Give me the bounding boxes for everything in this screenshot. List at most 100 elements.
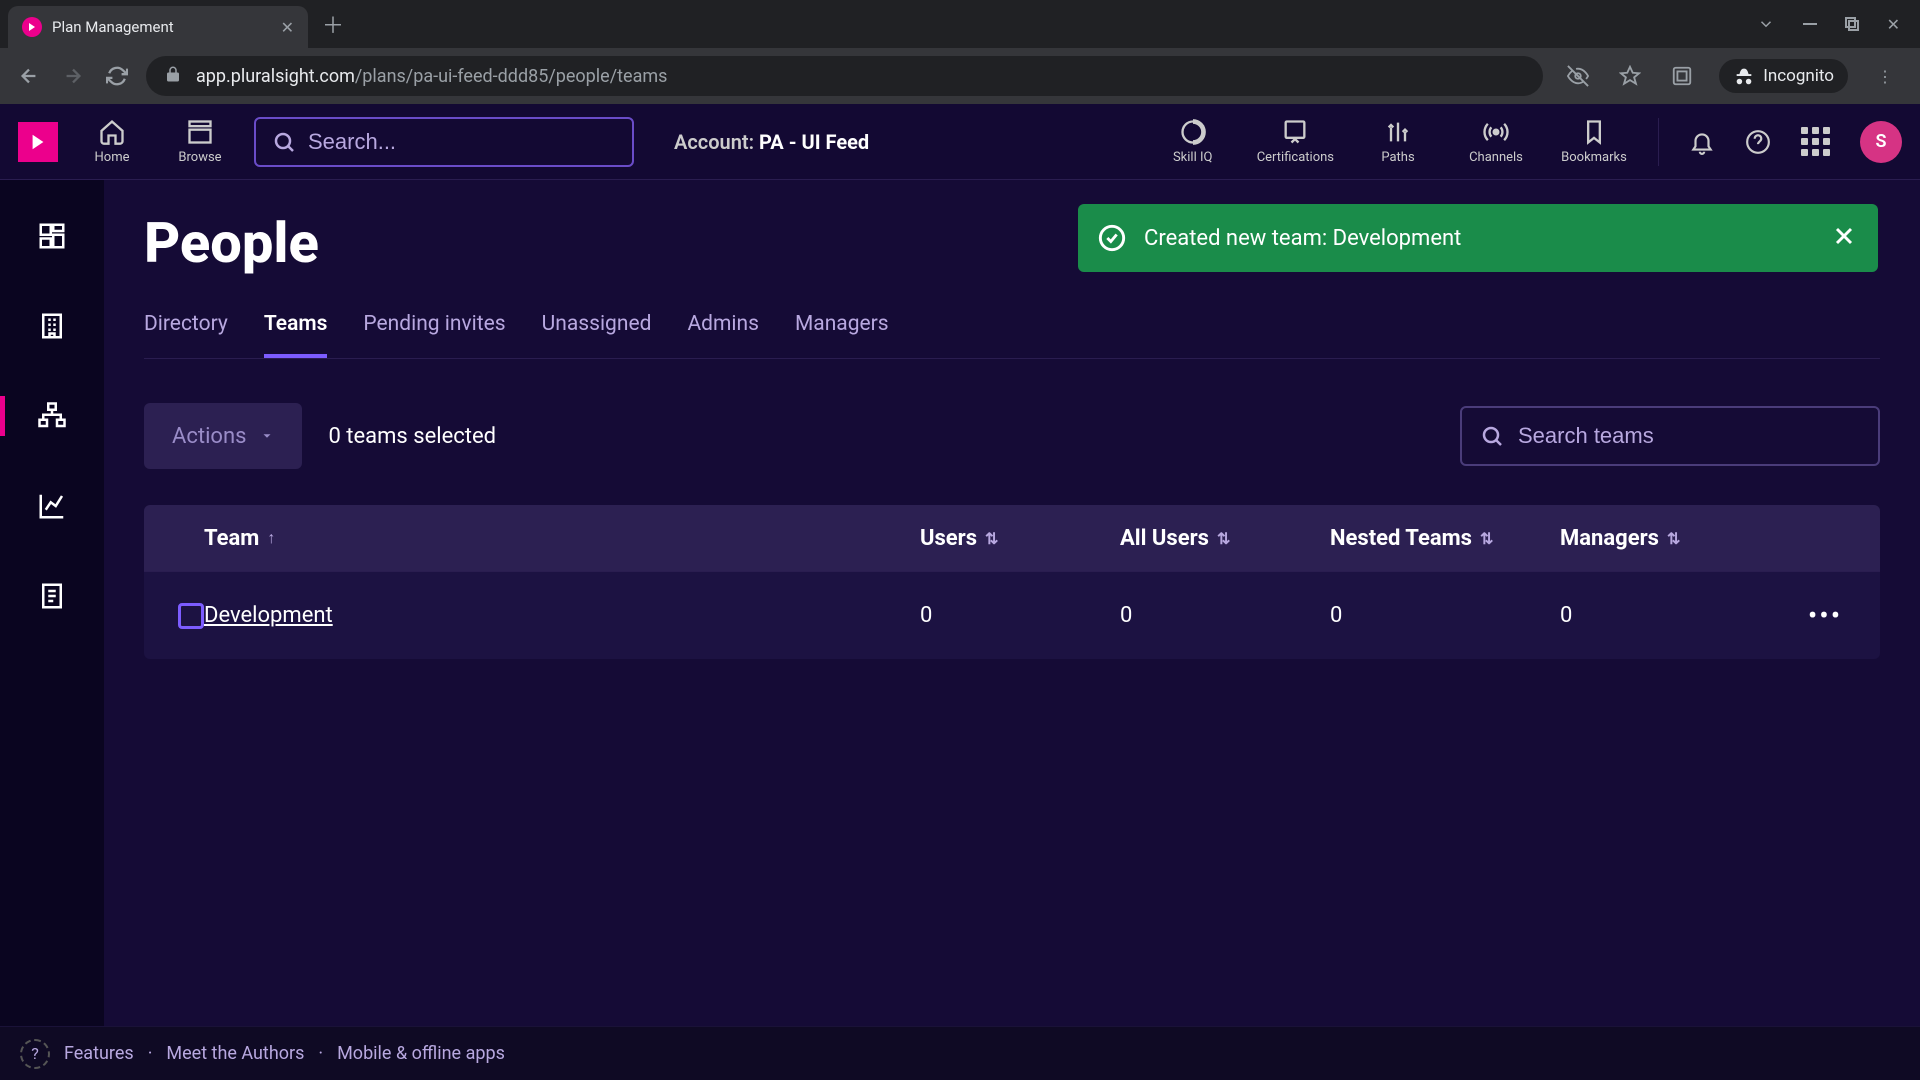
- user-avatar[interactable]: S: [1860, 121, 1902, 163]
- skilliq-icon: [1179, 118, 1207, 146]
- toast-close-button[interactable]: [1830, 222, 1858, 254]
- column-nested-teams[interactable]: Nested Teams⇅: [1330, 526, 1560, 551]
- browser-forward-button[interactable]: [58, 65, 88, 87]
- tab-admins[interactable]: Admins: [687, 312, 759, 358]
- topnav-skilliq[interactable]: Skill IQ: [1159, 118, 1227, 165]
- dashboard-icon: [37, 221, 67, 251]
- tab-close-icon[interactable]: ✕: [281, 18, 294, 37]
- column-managers[interactable]: Managers⇅: [1560, 526, 1770, 551]
- toolbar: Actions 0 teams selected: [144, 403, 1880, 469]
- topnav-paths[interactable]: Paths: [1364, 118, 1432, 165]
- search-teams-input[interactable]: [1518, 423, 1860, 449]
- footer-help-icon[interactable]: ?: [20, 1039, 50, 1069]
- url-text: app.pluralsight.com/plans/pa-ui-feed-ddd…: [196, 66, 667, 87]
- favicon-icon: [22, 17, 42, 37]
- notifications-button[interactable]: [1689, 129, 1715, 155]
- page-tabs: Directory Teams Pending invites Unassign…: [144, 312, 1880, 359]
- topnav-home[interactable]: Home: [78, 118, 146, 165]
- footer-link-features[interactable]: Features: [64, 1043, 134, 1064]
- column-users[interactable]: Users⇅: [920, 526, 1120, 551]
- org-chart-icon: [37, 401, 67, 431]
- bookmark-star-icon[interactable]: [1615, 65, 1645, 87]
- search-icon: [272, 130, 296, 154]
- tab-unassigned[interactable]: Unassigned: [542, 312, 652, 358]
- teams-table: Team↑ Users⇅ All Users⇅ Nested Teams⇅ Ma…: [144, 505, 1880, 659]
- browser-menu-icon[interactable]: ⋮: [1870, 67, 1900, 86]
- search-teams-field[interactable]: [1460, 406, 1880, 466]
- help-icon: [1745, 129, 1771, 155]
- sidebar-analytics[interactable]: [0, 478, 104, 534]
- bell-icon: [1689, 129, 1715, 155]
- topnav-channels[interactable]: Channels: [1462, 118, 1530, 165]
- topnav-certifications[interactable]: Certifications: [1257, 118, 1334, 165]
- sort-icon: ⇅: [1217, 529, 1230, 548]
- eye-off-icon[interactable]: [1563, 65, 1593, 87]
- cell-users: 0: [920, 603, 1120, 628]
- sort-icon: ⇅: [1667, 529, 1680, 548]
- check-circle-icon: [1098, 224, 1126, 252]
- sort-icon: ⇅: [985, 529, 998, 548]
- app-topnav: Home Browse Account: PA - UI Feed Skill …: [0, 104, 1920, 180]
- footer: ? Features · Meet the Authors · Mobile &…: [0, 1026, 1920, 1080]
- tab-managers[interactable]: Managers: [795, 312, 889, 358]
- table-row: Development 0 0 0 0 •••: [144, 571, 1880, 659]
- grid-icon: [1801, 127, 1830, 156]
- topnav-browse[interactable]: Browse: [166, 118, 234, 165]
- incognito-indicator[interactable]: Incognito: [1719, 59, 1848, 93]
- help-button[interactable]: [1745, 129, 1771, 155]
- browser-back-button[interactable]: [14, 65, 44, 87]
- window-minimize-icon[interactable]: [1803, 15, 1817, 34]
- sort-asc-icon: ↑: [267, 528, 275, 548]
- building-icon: [37, 311, 67, 341]
- apps-button[interactable]: [1801, 127, 1830, 156]
- tab-teams[interactable]: Teams: [264, 312, 328, 358]
- home-icon: [98, 118, 126, 146]
- topnav-search-input[interactable]: [308, 129, 616, 155]
- sidebar: [0, 180, 104, 1026]
- cell-nested-teams: 0: [1330, 603, 1560, 628]
- footer-link-authors[interactable]: Meet the Authors: [166, 1043, 304, 1064]
- topnav-search[interactable]: [254, 117, 634, 167]
- browser-tab-bar: Plan Management ✕ ＋ ✕: [0, 0, 1920, 48]
- window-close-icon[interactable]: ✕: [1887, 15, 1900, 34]
- column-team[interactable]: Team↑: [204, 526, 920, 551]
- column-all-users[interactable]: All Users⇅: [1120, 526, 1330, 551]
- divider: [1658, 118, 1659, 166]
- tab-directory[interactable]: Directory: [144, 312, 228, 358]
- browse-icon: [186, 118, 214, 146]
- selection-count: 0 teams selected: [328, 424, 496, 449]
- browser-tab[interactable]: Plan Management ✕: [8, 6, 308, 48]
- extensions-icon[interactable]: [1667, 65, 1697, 87]
- analytics-icon: [37, 491, 67, 521]
- sidebar-people[interactable]: [0, 388, 104, 444]
- paths-icon: [1384, 118, 1412, 146]
- address-bar[interactable]: app.pluralsight.com/plans/pa-ui-feed-ddd…: [146, 56, 1543, 96]
- cell-managers: 0: [1560, 603, 1770, 628]
- brand-logo[interactable]: [18, 122, 58, 162]
- toast-message: Created new team: Development: [1144, 226, 1461, 251]
- row-menu-button[interactable]: •••: [1770, 599, 1880, 632]
- sidebar-log[interactable]: [0, 568, 104, 624]
- team-name-link[interactable]: Development: [204, 603, 333, 628]
- cell-all-users: 0: [1120, 603, 1330, 628]
- topnav-bookmarks[interactable]: Bookmarks: [1560, 118, 1628, 165]
- certifications-icon: [1281, 118, 1309, 146]
- channels-icon: [1482, 118, 1510, 146]
- sidebar-dashboard[interactable]: [0, 208, 104, 264]
- bookmarks-icon: [1580, 118, 1608, 146]
- search-icon: [1480, 424, 1504, 448]
- account-label: Account: PA - UI Feed: [674, 130, 869, 154]
- close-icon: [1830, 222, 1858, 250]
- actions-dropdown[interactable]: Actions: [144, 403, 302, 469]
- footer-link-apps[interactable]: Mobile & offline apps: [337, 1043, 505, 1064]
- lock-icon: [164, 65, 182, 87]
- incognito-icon: [1733, 65, 1755, 87]
- sidebar-account[interactable]: [0, 298, 104, 354]
- browser-reload-button[interactable]: [102, 65, 132, 87]
- row-checkbox[interactable]: [178, 603, 204, 629]
- tab-pending-invites[interactable]: Pending invites: [363, 312, 505, 358]
- success-toast: Created new team: Development: [1078, 204, 1878, 272]
- tabs-dropdown-icon[interactable]: [1757, 15, 1775, 34]
- new-tab-button[interactable]: ＋: [322, 8, 344, 40]
- window-maximize-icon[interactable]: [1845, 15, 1859, 34]
